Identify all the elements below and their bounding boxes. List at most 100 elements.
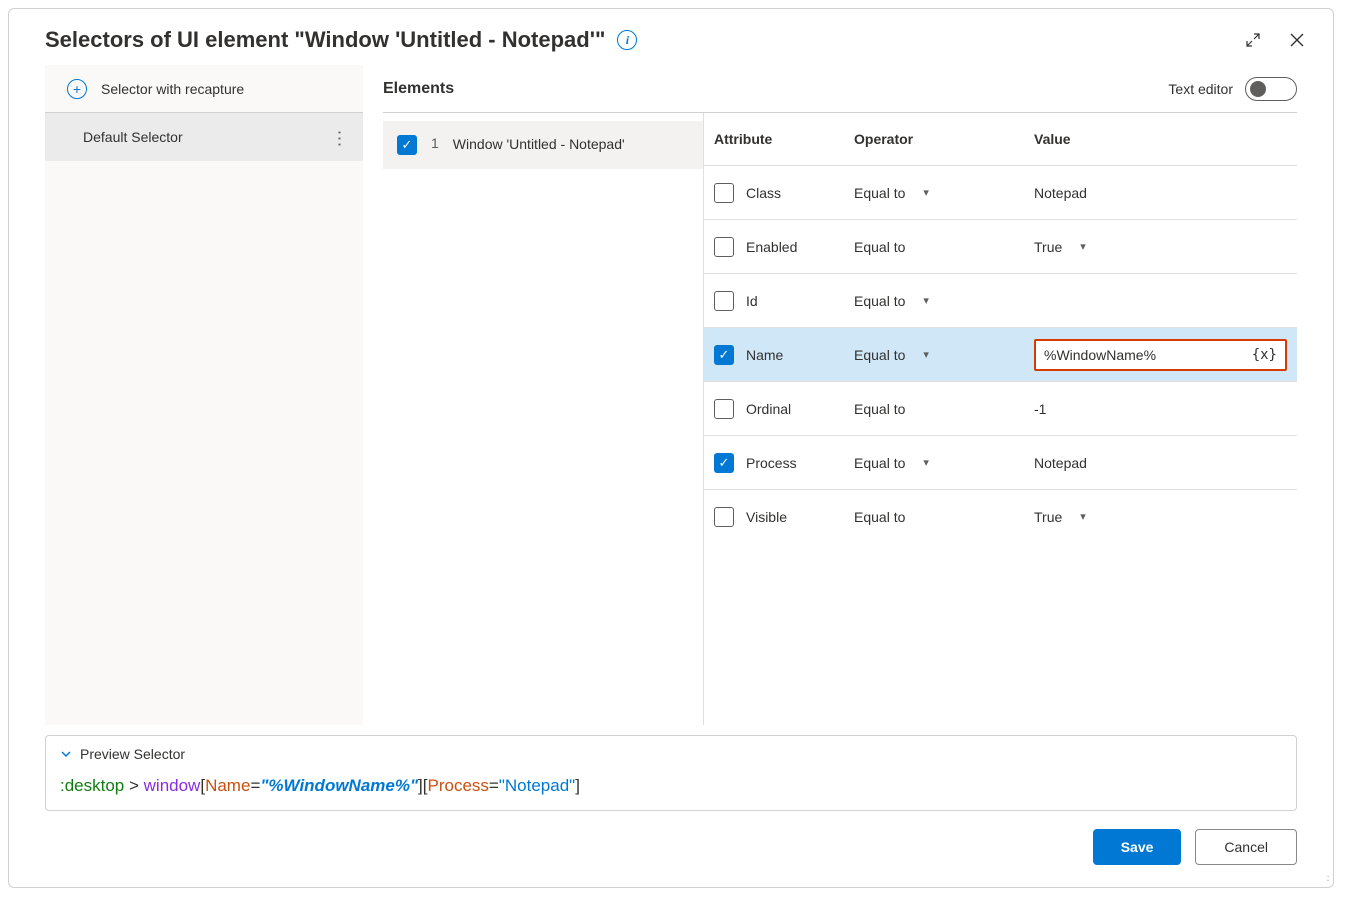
attributes-header: Attribute Operator Value <box>704 113 1297 165</box>
elements-heading: Elements <box>383 80 454 98</box>
attr-name-cell: Class <box>714 183 854 203</box>
info-icon[interactable]: i <box>617 30 637 50</box>
attr-value: Notepad <box>1034 185 1087 201</box>
attr-value-cell[interactable]: %WindowName% {x} <box>1034 339 1287 371</box>
attr-name: Process <box>746 455 797 471</box>
attr-value-cell[interactable]: -1 <box>1034 401 1287 417</box>
attr-name: Enabled <box>746 239 797 255</box>
chevron-down-icon: ▾ <box>923 186 929 199</box>
elements-column: ✓ 1 Window 'Untitled - Notepad' <box>383 113 703 725</box>
dialog-title: Selectors of UI element "Window 'Untitle… <box>45 27 605 53</box>
tok-attr2: Process <box>427 776 488 795</box>
attr-operator-cell[interactable]: Equal to ▾ <box>854 185 1034 201</box>
sidebar-item-default-selector[interactable]: Default Selector ⋯ <box>45 113 363 161</box>
attribute-row[interactable]: Id Equal to ▾ <box>704 273 1297 327</box>
attribute-row[interactable]: Enabled Equal toTrue ▾ <box>704 219 1297 273</box>
attr-name-cell: Ordinal <box>714 399 854 419</box>
chevron-down-icon: ▾ <box>1080 240 1086 253</box>
attr-value-cell[interactable]: Notepad <box>1034 455 1287 471</box>
plus-icon: + <box>67 79 87 99</box>
attr-checkbox[interactable] <box>714 291 734 311</box>
attr-name-cell: Id <box>714 291 854 311</box>
expand-icon[interactable] <box>1245 32 1261 48</box>
dialog-body: + Selector with recapture Default Select… <box>9 65 1333 725</box>
attr-operator: Equal to <box>854 455 905 471</box>
attr-operator: Equal to <box>854 185 905 201</box>
chevron-down-icon: ▾ <box>923 348 929 361</box>
tok-attr1: Name <box>205 776 250 795</box>
attr-name-cell: Visible <box>714 507 854 527</box>
attr-checkbox[interactable] <box>714 237 734 257</box>
chevron-down-icon: ▾ <box>1080 510 1086 523</box>
tok-gt: > <box>124 776 143 795</box>
attr-value-cell[interactable]: Notepad <box>1034 185 1287 201</box>
attr-value-input[interactable]: %WindowName% {x} <box>1034 339 1287 371</box>
attr-operator: Equal to <box>854 509 905 525</box>
add-selector-label: Selector with recapture <box>101 81 244 97</box>
attr-name: Name <box>746 347 783 363</box>
header-actions <box>1245 32 1305 48</box>
preview-toggle[interactable]: Preview Selector <box>60 746 1282 762</box>
attr-checkbox[interactable] <box>714 507 734 527</box>
attr-name: Id <box>746 293 758 309</box>
text-editor-label: Text editor <box>1168 81 1233 97</box>
tok-val2: "Notepad" <box>499 776 575 795</box>
attribute-row[interactable]: Class Equal to ▾ Notepad <box>704 165 1297 219</box>
attr-name: Ordinal <box>746 401 791 417</box>
attr-checkbox[interactable] <box>714 399 734 419</box>
attr-checkbox[interactable]: ✓ <box>714 345 734 365</box>
main-panel: Elements Text editor ✓ 1 Window 'Untitle… <box>383 65 1333 725</box>
attr-name: Visible <box>746 509 787 525</box>
variable-icon[interactable]: {x} <box>1252 347 1277 363</box>
attribute-row[interactable]: Ordinal Equal to -1 <box>704 381 1297 435</box>
attribute-row[interactable]: ✓ Process Equal to▾Notepad <box>704 435 1297 489</box>
attr-name: Class <box>746 185 781 201</box>
attr-operator-cell[interactable]: Equal to ▾ <box>854 293 1034 309</box>
attributes-column: Attribute Operator Value Class Equal to ▾ N… <box>703 113 1297 725</box>
close-icon[interactable] <box>1289 32 1305 48</box>
attr-value: True <box>1034 509 1062 525</box>
sidebar-item-label: Default Selector <box>83 129 183 145</box>
tok-pseudo: :desktop <box>60 776 124 795</box>
attr-value-cell[interactable]: True ▾ <box>1034 509 1287 525</box>
attr-value-cell[interactable]: True ▾ <box>1034 239 1287 255</box>
col-operator: Operator <box>854 131 1034 147</box>
add-selector-button[interactable]: + Selector with recapture <box>45 65 363 113</box>
attr-operator-cell: Equal to <box>854 239 1034 255</box>
attr-checkbox[interactable] <box>714 183 734 203</box>
preview-code: :desktop > window[Name="%WindowName%"][P… <box>60 776 1282 796</box>
col-value: Value <box>1034 131 1287 147</box>
attr-checkbox[interactable]: ✓ <box>714 453 734 473</box>
element-name: Window 'Untitled - Notepad' <box>453 135 689 155</box>
attr-operator-cell: Equal to <box>854 401 1034 417</box>
sidebar: + Selector with recapture Default Select… <box>45 65 363 725</box>
cancel-button[interactable]: Cancel <box>1195 829 1297 865</box>
dialog-header: Selectors of UI element "Window 'Untitle… <box>9 9 1333 65</box>
attr-operator-cell[interactable]: Equal to▾ <box>854 455 1034 471</box>
attribute-row[interactable]: Visible Equal to True ▾ <box>704 489 1297 543</box>
sidebar-fill <box>45 161 363 725</box>
attr-operator-cell[interactable]: Equal to▾ <box>854 347 1034 363</box>
attr-operator-cell: Equal to <box>854 509 1034 525</box>
selector-dialog: Selectors of UI element "Window 'Untitle… <box>8 8 1334 888</box>
more-icon[interactable]: ⋯ <box>329 129 350 145</box>
preview-label: Preview Selector <box>80 746 185 762</box>
attr-value-text: %WindowName% <box>1044 347 1156 363</box>
chevron-down-icon <box>60 748 72 760</box>
text-editor-toggle[interactable] <box>1245 77 1297 101</box>
element-row[interactable]: ✓ 1 Window 'Untitled - Notepad' <box>383 121 703 169</box>
attr-name-cell: ✓ Name <box>714 345 854 365</box>
attr-value: Notepad <box>1034 455 1087 471</box>
chevron-down-icon: ▾ <box>923 294 929 307</box>
attribute-row[interactable]: ✓ Name Equal to▾ %WindowName% {x} <box>704 327 1297 381</box>
preview-panel: Preview Selector :desktop > window[Name=… <box>45 735 1297 811</box>
attr-value: True <box>1034 239 1062 255</box>
attr-operator: Equal to <box>854 401 905 417</box>
attr-operator: Equal to <box>854 293 905 309</box>
text-editor-toggle-group: Text editor <box>1168 77 1297 101</box>
element-checkbox[interactable]: ✓ <box>397 135 417 155</box>
dialog-footer: Save Cancel <box>9 811 1333 887</box>
attribute-rows: ClassEqual to▾NotepadEnabledEqual toTrue… <box>704 165 1297 543</box>
content: ✓ 1 Window 'Untitled - Notepad' Attribut… <box>383 113 1297 725</box>
save-button[interactable]: Save <box>1093 829 1182 865</box>
